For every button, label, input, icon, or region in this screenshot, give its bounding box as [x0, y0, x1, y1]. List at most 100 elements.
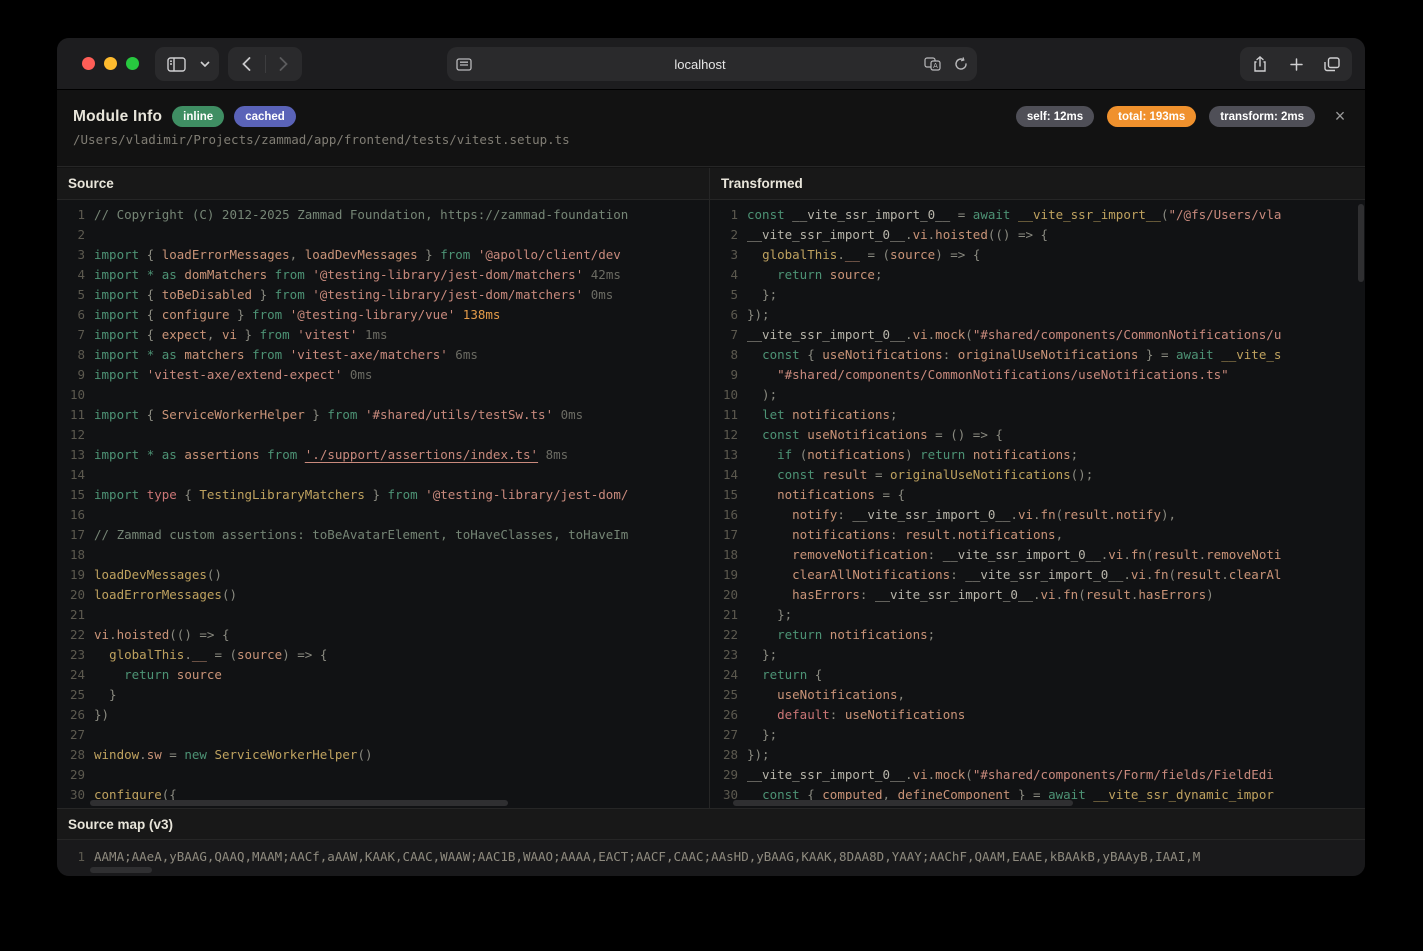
code-line: 21 [57, 605, 709, 625]
reader-icon[interactable] [447, 47, 481, 81]
code-line: 8 const { useNotifications: originalUseN… [710, 345, 1365, 365]
traffic-lights [82, 57, 139, 70]
new-tab-icon[interactable] [1278, 47, 1314, 81]
timing-metrics: self: 12ms total: 193ms transform: 2ms [1016, 106, 1315, 127]
code-line: 9import 'vitest-axe/extend-expect' 0ms [57, 365, 709, 385]
code-line: 11import { ServiceWorkerHelper } from '#… [57, 405, 709, 425]
code-line: 27 [57, 725, 709, 745]
svg-text:A: A [933, 63, 938, 70]
code-line: 26 default: useNotifications [710, 705, 1365, 725]
sourcemap-horizontal-scrollbar[interactable] [90, 867, 152, 873]
code-line: 22vi.hoisted(() => { [57, 625, 709, 645]
zoom-window-button[interactable] [126, 57, 139, 70]
code-line: 28window.sw = new ServiceWorkerHelper() [57, 745, 709, 765]
code-line: 16 [57, 505, 709, 525]
code-line: 25 useNotifications, [710, 685, 1365, 705]
code-line: 18 [57, 545, 709, 565]
code-line: 29 [57, 765, 709, 785]
code-line: 6}); [710, 305, 1365, 325]
code-line: 12 [57, 425, 709, 445]
sidebar-icon[interactable] [158, 47, 194, 81]
minimize-window-button[interactable] [104, 57, 117, 70]
url-text: localhost [481, 57, 919, 72]
code-line: 21 }; [710, 605, 1365, 625]
code-line: 7import { expect, vi } from 'vitest' 1ms [57, 325, 709, 345]
code-line: 17// Zammad custom assertions: toBeAvata… [57, 525, 709, 545]
source-pane-title: Source [57, 168, 709, 200]
code-line: 29__vite_ssr_import_0__.vi.mock("#shared… [710, 765, 1365, 785]
code-line: 19 clearAllNotifications: __vite_ssr_imp… [710, 565, 1365, 585]
code-line: 2 [57, 225, 709, 245]
sidebar-button-group [155, 47, 219, 81]
window-actions-group [1240, 47, 1352, 81]
metric-self: self: 12ms [1016, 106, 1094, 127]
badge-cached: cached [234, 106, 296, 127]
share-icon[interactable] [1242, 47, 1278, 81]
code-line: 9 "#shared/components/CommonNotification… [710, 365, 1365, 385]
code-line: 24 return { [710, 665, 1365, 685]
sourcemap-title: Source map (v3) [57, 808, 1365, 840]
code-line: 1AAMA;AAeA,yBAAG,QAAQ,MAAM;AACf,aAAW,KAA… [57, 847, 1365, 867]
code-line: 23 globalThis.__ = (source) => { [57, 645, 709, 665]
close-window-button[interactable] [82, 57, 95, 70]
source-horizontal-scrollbar[interactable] [90, 800, 508, 806]
code-line: 10 [57, 385, 709, 405]
code-line: 3 globalThis.__ = (source) => { [710, 245, 1365, 265]
page-title: Module Info [73, 108, 162, 126]
translate-icon[interactable]: A [919, 47, 945, 81]
code-line: 13import * as assertions from './support… [57, 445, 709, 465]
code-line: 6import { configure } from '@testing-lib… [57, 305, 709, 325]
badge-inline: inline [172, 106, 224, 127]
code-line: 14 [57, 465, 709, 485]
code-line: 20 hasErrors: __vite_ssr_import_0__.vi.f… [710, 585, 1365, 605]
code-line: 28}); [710, 745, 1365, 765]
code-line: 10 ); [710, 385, 1365, 405]
code-line: 24 return source [57, 665, 709, 685]
code-line: 15 notifications = { [710, 485, 1365, 505]
metric-transform: transform: 2ms [1209, 106, 1315, 127]
code-panes: Source 1// Copyright (C) 2012-2025 Zamma… [57, 168, 1365, 808]
transformed-code: 1const __vite_ssr_import_0__ = await __v… [710, 200, 1365, 808]
source-pane: Source 1// Copyright (C) 2012-2025 Zamma… [57, 168, 710, 808]
reload-icon[interactable] [945, 47, 977, 81]
nav-button-group [228, 47, 302, 81]
code-line: 17 notifications: result.notifications, [710, 525, 1365, 545]
code-line: 19loadDevMessages() [57, 565, 709, 585]
code-line: 4 return source; [710, 265, 1365, 285]
code-line: 11 let notifications; [710, 405, 1365, 425]
code-line: 7__vite_ssr_import_0__.vi.mock("#shared/… [710, 325, 1365, 345]
code-line: 22 return notifications; [710, 625, 1365, 645]
sourcemap-section: Source map (v3) 1AAMA;AAeA,yBAAG,QAAQ,MA… [57, 808, 1365, 876]
code-line: 2__vite_ssr_import_0__.vi.hoisted(() => … [710, 225, 1365, 245]
code-line: 20loadErrorMessages() [57, 585, 709, 605]
code-line: 3import { loadErrorMessages, loadDevMess… [57, 245, 709, 265]
code-line: 1// Copyright (C) 2012-2025 Zammad Found… [57, 205, 709, 225]
close-icon[interactable]: × [1328, 104, 1352, 128]
url-bar[interactable]: localhost A [447, 47, 977, 81]
code-line: 8import * as matchers from 'vitest-axe/m… [57, 345, 709, 365]
back-icon[interactable] [229, 47, 265, 81]
code-line: 1const __vite_ssr_import_0__ = await __v… [710, 205, 1365, 225]
sourcemap-code: 1AAMA;AAeA,yBAAG,QAAQ,MAAM;AACf,aAAW,KAA… [57, 840, 1365, 876]
forward-icon[interactable] [266, 47, 302, 81]
source-code: 1// Copyright (C) 2012-2025 Zammad Found… [57, 200, 709, 808]
code-line: 13 if (notifications) return notificatio… [710, 445, 1365, 465]
browser-toolbar: localhost A [57, 38, 1365, 90]
code-line: 26}) [57, 705, 709, 725]
code-line: 18 removeNotification: __vite_ssr_import… [710, 545, 1365, 565]
code-line: 5 }; [710, 285, 1365, 305]
code-line: 15import type { TestingLibraryMatchers }… [57, 485, 709, 505]
transformed-pane: Transformed 1const __vite_ssr_import_0__… [710, 168, 1365, 808]
code-line: 27 }; [710, 725, 1365, 745]
code-line: 23 }; [710, 645, 1365, 665]
code-line: 12 const useNotifications = () => { [710, 425, 1365, 445]
tabs-overview-icon[interactable] [1314, 47, 1350, 81]
browser-window: localhost A [57, 38, 1365, 876]
transformed-vertical-scrollbar[interactable] [1358, 204, 1364, 282]
metric-total: total: 193ms [1107, 106, 1196, 127]
transformed-pane-title: Transformed [710, 168, 1365, 200]
module-path: /Users/vladimir/Projects/zammad/app/fron… [73, 132, 570, 147]
code-line: 25 } [57, 685, 709, 705]
chevron-down-icon[interactable] [194, 47, 216, 81]
transformed-horizontal-scrollbar[interactable] [733, 800, 1073, 806]
